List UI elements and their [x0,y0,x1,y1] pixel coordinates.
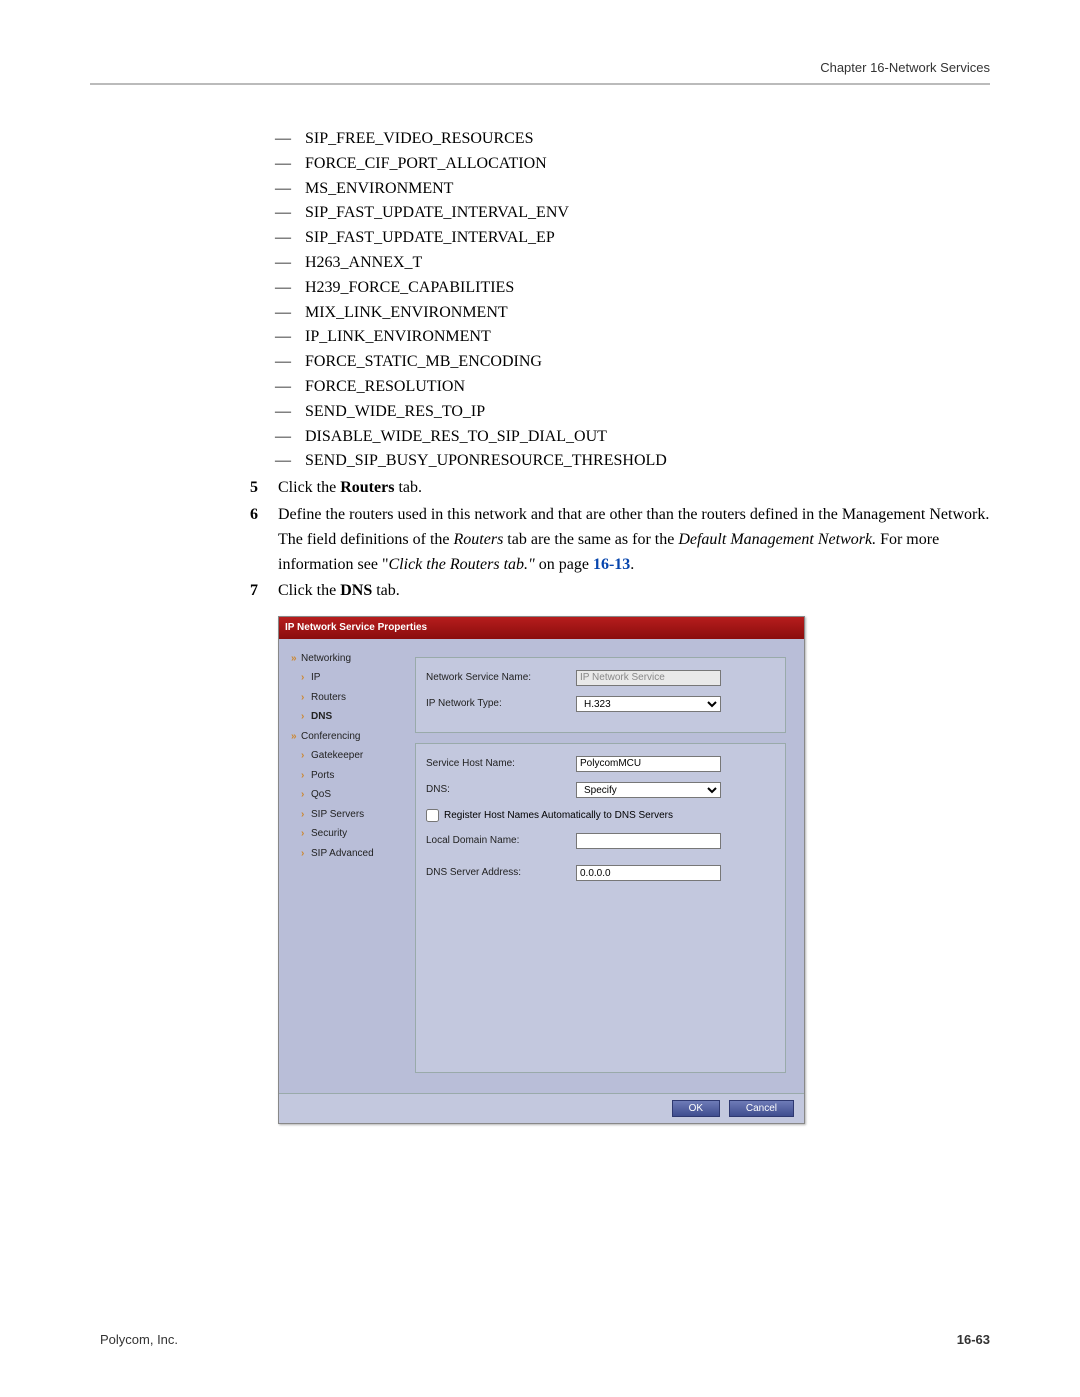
dialog-main-panel: Network Service Name: IP Network Type: H… [407,639,804,1093]
footer-page-number: 16-63 [957,1332,990,1347]
chevron-right-icon: › [301,826,311,842]
flag-item: FORCE_CIF_PORT_ALLOCATION [305,152,990,177]
field-label: Service Host Name: [426,756,576,772]
dialog-window: IP Network Service Properties »Networkin… [278,616,805,1124]
dns-select[interactable]: Specify [576,782,721,798]
register-host-names-checkbox[interactable] [426,809,439,822]
field-label: IP Network Type: [426,696,576,712]
step-text: tab. [394,479,422,496]
nav-item-ports[interactable]: ›Ports [291,768,399,784]
nav-item-routers[interactable]: ›Routers [291,690,399,706]
dialog-title-bar: IP Network Service Properties [279,617,804,639]
flag-item: SEND_SIP_BUSY_UPONRESOURCE_THRESHOLD [305,449,990,474]
nav-group-label: Conferencing [301,731,360,742]
step-number: 6 [250,503,258,528]
step-italic: Default Management Network. [678,531,876,548]
flag-list: SIP_FREE_VIDEO_RESOURCES FORCE_CIF_PORT_… [305,127,990,474]
chevron-right-icon: › [301,807,311,823]
step-7: 7 Click the DNS tab. [250,579,990,604]
chevron-right-icon: › [301,748,311,764]
step-number: 7 [250,579,258,604]
nav-item-label: DNS [311,711,332,722]
flag-item: MS_ENVIRONMENT [305,177,990,202]
step-number: 5 [250,476,258,501]
field-label: Local Domain Name: [426,833,576,849]
nav-group-label: Networking [301,653,351,664]
nav-item-label: QoS [311,789,331,800]
nav-item-label: SIP Servers [311,809,364,820]
flag-item: FORCE_STATIC_MB_ENCODING [305,350,990,375]
step-italic: Routers [454,531,504,548]
flag-item: MIX_LINK_ENVIRONMENT [305,301,990,326]
chevron-right-icon: › [301,787,311,803]
flag-item: SIP_FAST_UPDATE_INTERVAL_EP [305,226,990,251]
flag-item: H263_ANNEX_T [305,251,990,276]
nav-item-label: Security [311,828,347,839]
ok-button[interactable]: OK [672,1100,720,1117]
dialog-nav: »Networking ›IP ›Routers ›DNS »Conferenc… [279,639,407,1093]
nav-item-label: Ports [311,770,334,781]
main-content: SIP_FREE_VIDEO_RESOURCES FORCE_CIF_PORT_… [250,127,990,1124]
flag-item: IP_LINK_ENVIRONMENT [305,325,990,350]
step-5: 5 Click the Routers tab. [250,476,990,501]
nav-item-label: Routers [311,692,346,703]
dns-server-address-input[interactable] [576,865,721,881]
step-text: tab. [372,582,400,599]
nav-item-dns[interactable]: ›DNS [291,709,399,725]
step-text: Click the [278,582,340,599]
page-footer: Polycom, Inc. 16-63 [100,1332,990,1347]
checkbox-label: Register Host Names Automatically to DNS… [444,808,673,824]
nav-item-label: Gatekeeper [311,750,363,761]
step-text: Click the [278,479,340,496]
nav-group[interactable]: »Networking [291,651,399,667]
nav-item-security[interactable]: ›Security [291,826,399,842]
chevron-down-icon: » [291,729,301,745]
step-bold: Routers [340,479,394,496]
nav-group[interactable]: »Conferencing [291,729,399,745]
nav-item-sip-advanced[interactable]: ›SIP Advanced [291,846,399,862]
service-host-name-input[interactable] [576,756,721,772]
step-text: . [630,556,634,573]
chevron-right-icon: › [301,709,311,725]
flag-item: SIP_FREE_VIDEO_RESOURCES [305,127,990,152]
nav-item-label: IP [311,672,320,683]
chevron-right-icon: › [301,690,311,706]
nav-item-label: SIP Advanced [311,848,374,859]
nav-item-sip-servers[interactable]: ›SIP Servers [291,807,399,823]
chevron-right-icon: › [301,670,311,686]
field-label: Network Service Name: [426,670,576,686]
flag-item: DISABLE_WIDE_RES_TO_SIP_DIAL_OUT [305,425,990,450]
footer-company: Polycom, Inc. [100,1332,178,1347]
field-label: DNS: [426,782,576,798]
step-italic: Click the Routers tab." [389,556,535,573]
local-domain-name-input[interactable] [576,833,721,849]
nav-item-gatekeeper[interactable]: ›Gatekeeper [291,748,399,764]
flag-item: SEND_WIDE_RES_TO_IP [305,400,990,425]
step-text: on page [535,556,593,573]
chapter-header: Chapter 16-Network Services [90,60,990,85]
cancel-button[interactable]: Cancel [729,1100,794,1117]
field-label: DNS Server Address: [426,865,576,881]
page-link[interactable]: 16-13 [593,556,630,573]
network-service-name-input [576,670,721,686]
nav-item-qos[interactable]: ›QoS [291,787,399,803]
step-text: tab are the same as for the [503,531,678,548]
flag-item: FORCE_RESOLUTION [305,375,990,400]
flag-item: SIP_FAST_UPDATE_INTERVAL_ENV [305,201,990,226]
flag-item: H239_FORCE_CAPABILITIES [305,276,990,301]
chevron-right-icon: › [301,846,311,862]
chevron-down-icon: » [291,651,301,667]
nav-item-ip[interactable]: ›IP [291,670,399,686]
step-bold: DNS [340,582,372,599]
step-6: 6 Define the routers used in this networ… [250,503,990,577]
chevron-right-icon: › [301,768,311,784]
ip-network-type-select[interactable]: H.323 [576,696,721,712]
